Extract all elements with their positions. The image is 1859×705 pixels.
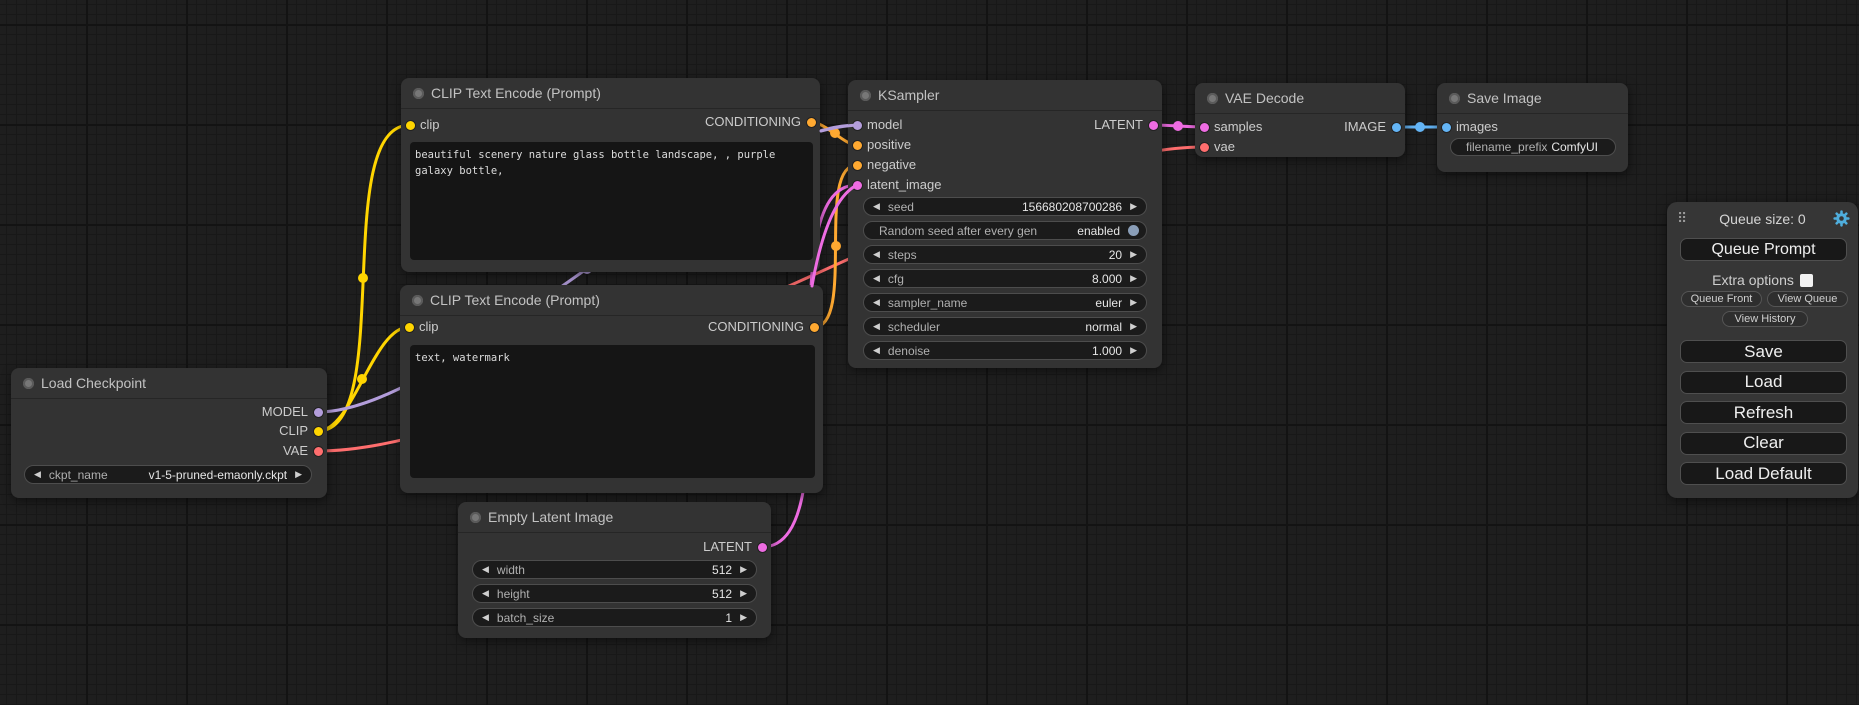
node-graph-canvas[interactable]: Load CheckpointMODELCLIPVAE◀ckpt_namev1-…	[0, 0, 1859, 705]
queue-panel-header: ⠿ Queue size: 0	[1667, 210, 1858, 228]
view-history-button[interactable]: View History	[1722, 311, 1808, 327]
extra-options-row: Extra options	[1667, 272, 1858, 288]
queue-prompt-button[interactable]: Queue Prompt	[1680, 238, 1847, 261]
clear-button[interactable]: Clear	[1680, 432, 1847, 455]
extra-options-label: Extra options	[1712, 272, 1794, 288]
settings-gear-icon[interactable]	[1833, 210, 1850, 227]
load-default-button[interactable]: Load Default	[1680, 462, 1847, 485]
queue-size-label: Queue size: 0	[1667, 211, 1858, 227]
wire-layer-over	[0, 0, 1859, 705]
view-queue-button[interactable]: View Queue	[1767, 291, 1848, 307]
save-button[interactable]: Save	[1680, 340, 1847, 363]
wire-model-arrival	[821, 125, 857, 131]
wire-latent-arrival	[812, 185, 857, 286]
load-button[interactable]: Load	[1680, 371, 1847, 394]
extra-options-checkbox[interactable]	[1800, 274, 1813, 287]
queue-front-button[interactable]: Queue Front	[1681, 291, 1762, 307]
queue-panel: ⠿ Queue size: 0 Queue Prompt Extra optio…	[1667, 202, 1858, 498]
refresh-button[interactable]: Refresh	[1680, 401, 1847, 424]
